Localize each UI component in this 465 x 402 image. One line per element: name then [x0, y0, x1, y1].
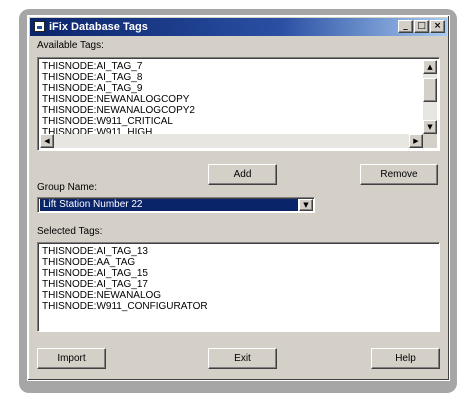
available-horizontal-scrollbar[interactable]: ◀ ▶	[40, 134, 423, 148]
list-item[interactable]: THISNODE:AA_TAG	[42, 257, 435, 268]
list-item[interactable]: THISNODE:NEWANALOGCOPY	[42, 94, 421, 105]
title-bar[interactable]: iFix Database Tags _ □ ×	[30, 18, 447, 36]
scroll-left-icon[interactable]: ◀	[40, 134, 54, 148]
list-item[interactable]: THISNODE:AI_TAG_7	[42, 61, 421, 72]
list-item[interactable]: THISNODE:W911_CRITICAL	[42, 116, 421, 127]
available-tags-list[interactable]: THISNODE:AI_TAG_7 THISNODE:AI_TAG_8 THIS…	[37, 57, 440, 151]
group-name-value: Lift Station Number 22	[40, 199, 298, 211]
group-name-combo[interactable]: Lift Station Number 22 ▼	[37, 197, 315, 213]
remove-button[interactable]: Remove	[360, 164, 438, 185]
list-item[interactable]: THISNODE:NEWANALOG	[42, 290, 435, 301]
group-name-label: Group Name:	[37, 182, 98, 193]
list-item[interactable]: THISNODE:AI_TAG_13	[42, 246, 435, 257]
scroll-right-icon[interactable]: ▶	[409, 134, 423, 148]
dropdown-icon[interactable]: ▼	[299, 199, 313, 211]
list-item[interactable]: THISNODE:W911_CONFIGURATOR	[42, 301, 435, 312]
minimize-button[interactable]: _	[398, 20, 413, 33]
scroll-down-icon[interactable]: ▼	[423, 120, 437, 134]
list-item[interactable]: THISNODE:AI_TAG_8	[42, 72, 421, 83]
selected-tags-label: Selected Tags:	[37, 226, 103, 237]
list-item[interactable]: THISNODE:AI_TAG_17	[42, 279, 435, 290]
list-item[interactable]: THISNODE:AI_TAG_9	[42, 83, 421, 94]
exit-button[interactable]: Exit	[208, 348, 277, 369]
help-button[interactable]: Help	[371, 348, 440, 369]
list-item[interactable]: THISNODE:NEWANALOGCOPY2	[42, 105, 421, 116]
selected-tags-items: THISNODE:AI_TAG_13 THISNODE:AA_TAG THISN…	[42, 246, 435, 312]
scroll-corner	[423, 134, 437, 148]
selected-tags-list[interactable]: THISNODE:AI_TAG_13 THISNODE:AA_TAG THISN…	[37, 242, 440, 332]
window-title: iFix Database Tags	[49, 21, 148, 33]
ifix-database-tags-dialog: iFix Database Tags _ □ × Available Tags:…	[27, 15, 450, 381]
list-item[interactable]: THISNODE:AI_TAG_15	[42, 268, 435, 279]
app-icon[interactable]	[34, 21, 45, 32]
import-button[interactable]: Import	[37, 348, 106, 369]
available-tags-items: THISNODE:AI_TAG_7 THISNODE:AI_TAG_8 THIS…	[42, 61, 421, 138]
available-tags-label: Available Tags:	[37, 40, 104, 51]
close-button[interactable]: ×	[430, 20, 445, 33]
scroll-thumb[interactable]	[423, 78, 437, 102]
maximize-button[interactable]: □	[414, 20, 429, 33]
add-button[interactable]: Add	[208, 164, 277, 185]
scroll-up-icon[interactable]: ▲	[423, 60, 437, 74]
available-vertical-scrollbar[interactable]: ▲ ▼	[423, 60, 437, 134]
